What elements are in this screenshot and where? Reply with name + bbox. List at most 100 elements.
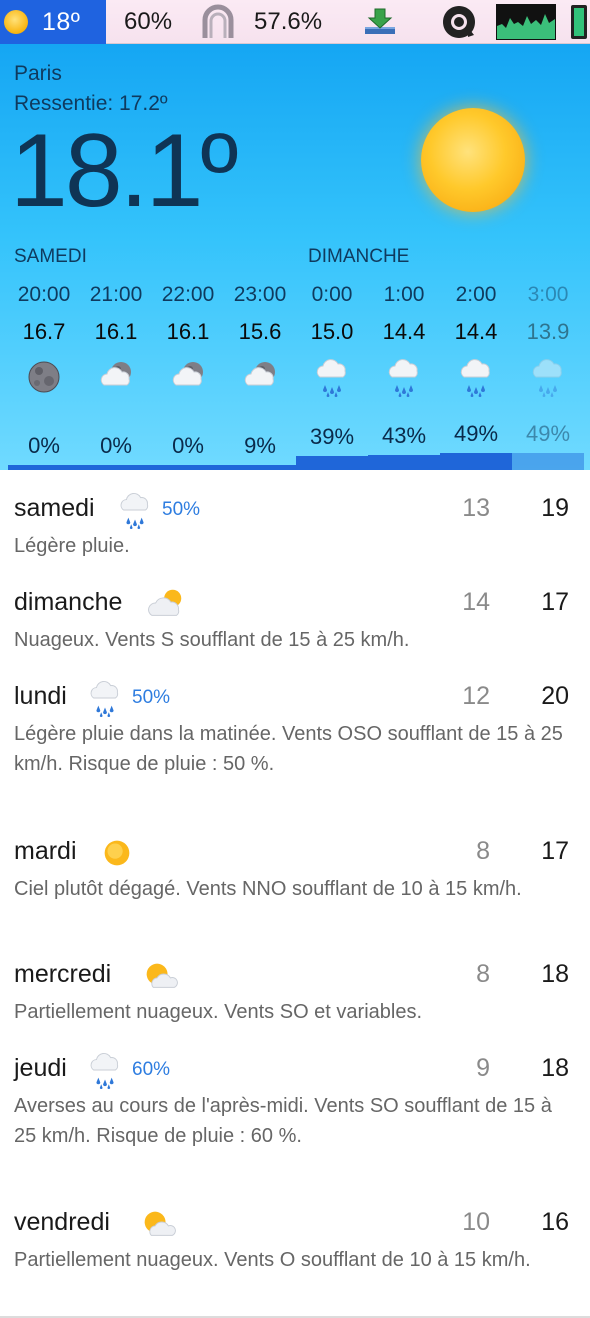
headphones-icon[interactable]	[200, 4, 236, 40]
menubar-weather-temp: 18º	[42, 7, 81, 36]
rain-icon	[456, 357, 496, 398]
hourly-column: 21:00 16.1 0%	[80, 44, 152, 470]
hourly-temperature: 15.0	[310, 319, 354, 344]
precipitation-chance: 50%	[162, 499, 201, 520]
hourly-precipitation: 0%	[28, 433, 60, 458]
high-temperature: 18	[541, 1054, 569, 1082]
sun-icon	[4, 10, 28, 34]
daily-forecast-row[interactable]: samedi 50% 13 19 Légère pluie.	[0, 491, 590, 594]
low-temperature: 8	[476, 837, 490, 865]
hourly-precipitation: 49%	[525, 421, 571, 446]
hourly-time: 3:00	[527, 283, 569, 306]
day-name: samedi	[14, 494, 95, 522]
hourly-column: 3:00 13.9 49%	[512, 44, 584, 470]
hourly-time: 2:00	[455, 283, 497, 306]
low-temperature: 14	[462, 588, 490, 616]
rain-icon	[528, 357, 568, 398]
low-temperature: 10	[462, 1208, 490, 1236]
hourly-column: 0:00 15.0 39%	[296, 44, 368, 470]
low-temperature: 12	[462, 682, 490, 710]
daily-forecast-row[interactable]: mardi 8 17 Ciel plutôt dégagé. Vents NNO so…	[0, 837, 590, 937]
precipitation-bar	[80, 465, 152, 470]
hourly-column: 20:00 16.7 0%	[8, 44, 80, 470]
rain-icon	[86, 679, 126, 718]
daily-forecast-row[interactable]: jeudi 60% 9 18 Averses au cours de l'après-…	[0, 1051, 590, 1154]
hourly-time: 21:00	[89, 283, 143, 306]
daily-forecast-row[interactable]: lundi 50% 12 20 Légère pluie dans la matiné…	[0, 679, 590, 782]
download-icon[interactable]	[362, 7, 398, 37]
daily-forecast-row[interactable]: dimanche 14 17 Nuageux. Vents S soufflant d…	[0, 588, 590, 688]
hourly-time: 23:00	[233, 283, 287, 306]
forecast-description: Averses au cours de l'après-midi. Vents …	[14, 1095, 552, 1147]
hourly-temperature: 16.7	[22, 319, 66, 344]
menubar-memory-percent[interactable]: 57.6%	[254, 8, 322, 36]
daily-forecast-row[interactable]: mercredi 8 18 Partiellement nuageux. Vents …	[0, 960, 590, 1060]
hourly-column: 22:00 16.1 0%	[152, 44, 224, 470]
high-temperature: 17	[541, 837, 569, 865]
day-name: jeudi	[14, 1054, 67, 1082]
low-temperature: 13	[462, 494, 490, 522]
hourly-temperature: 14.4	[454, 319, 498, 344]
low-temperature: 9	[476, 1054, 490, 1082]
low-temperature: 8	[476, 960, 490, 988]
hourly-time: 0:00	[311, 283, 353, 306]
high-temperature: 20	[541, 682, 569, 710]
rain-icon	[384, 357, 424, 398]
precipitation-bar	[224, 465, 296, 470]
hourly-time: 22:00	[161, 283, 215, 306]
moon-icon	[24, 357, 64, 397]
hourly-precipitation: 9%	[244, 433, 276, 458]
forecast-description: Ciel plutôt dégagé. Vents NNO soufflant …	[14, 878, 522, 900]
forecast-description: Légère pluie dans la matinée. Vents OSO …	[14, 723, 563, 775]
partly-cloudy-icon	[148, 585, 188, 621]
high-temperature: 19	[541, 494, 569, 522]
avast-icon[interactable]	[441, 4, 477, 40]
hourly-temperature: 16.1	[94, 319, 138, 344]
day-name: dimanche	[14, 588, 123, 616]
forecast-description: Nuageux. Vents S soufflant de 15 à 25 km…	[14, 629, 410, 651]
hourly-precipitation: 0%	[100, 433, 132, 458]
day-name: vendredi	[14, 1208, 110, 1236]
forecast-description: Partiellement nuageux. Vents O soufflant…	[14, 1249, 531, 1271]
hourly-time: 1:00	[383, 283, 425, 306]
daily-forecast-row[interactable]: vendredi 10 16 Partiellement nuageux. Vents…	[0, 1208, 590, 1308]
precipitation-bar	[440, 453, 512, 470]
precipitation-bar	[152, 465, 224, 470]
precipitation-chance: 60%	[132, 1059, 171, 1080]
current-weather-panel: Paris Ressentie: 17.2º 18.1º SAMEDI DIMA…	[0, 44, 590, 470]
day-name: mercredi	[14, 960, 112, 988]
hourly-precipitation: 0%	[172, 433, 204, 458]
moon-cloud-icon	[96, 357, 136, 397]
rain-icon	[312, 357, 352, 398]
battery-icon[interactable]	[570, 4, 588, 40]
forecast-description: Partiellement nuageux. Vents SO et varia…	[14, 1001, 423, 1023]
moon-cloud-icon	[240, 357, 280, 397]
hourly-temperature: 15.6	[238, 319, 282, 344]
day-name: lundi	[14, 682, 67, 710]
high-temperature: 17	[541, 588, 569, 616]
hourly-time: 20:00	[17, 283, 71, 306]
hourly-temperature: 14.4	[382, 319, 426, 344]
menubar-battery-percent[interactable]: 60%	[124, 8, 172, 36]
forecast-description: Légère pluie.	[14, 535, 130, 557]
partly-sunny-icon	[140, 957, 180, 993]
precipitation-bar	[296, 456, 368, 470]
hourly-column: 1:00 14.4 43%	[368, 44, 440, 470]
high-temperature: 18	[541, 960, 569, 988]
hourly-column: 2:00 14.4 49%	[440, 44, 512, 470]
hourly-column: 23:00 15.6 9%	[224, 44, 296, 470]
rain-icon	[116, 491, 156, 530]
hourly-precipitation: 43%	[381, 423, 427, 448]
hourly-temperature: 16.1	[166, 319, 210, 344]
precipitation-bar	[8, 465, 80, 470]
sun-icon	[98, 834, 138, 870]
menubar-weather-item[interactable]: 18º	[0, 0, 106, 44]
high-temperature: 16	[541, 1208, 569, 1236]
cpu-graph-icon[interactable]	[496, 4, 556, 40]
menu-bar: 18º 60% 57.6%	[0, 0, 590, 44]
rain-icon	[86, 1051, 126, 1090]
hourly-temperature: 13.9	[526, 319, 570, 344]
precipitation-bar	[512, 453, 584, 470]
precipitation-bar	[368, 455, 440, 470]
moon-cloud-icon	[168, 357, 208, 397]
